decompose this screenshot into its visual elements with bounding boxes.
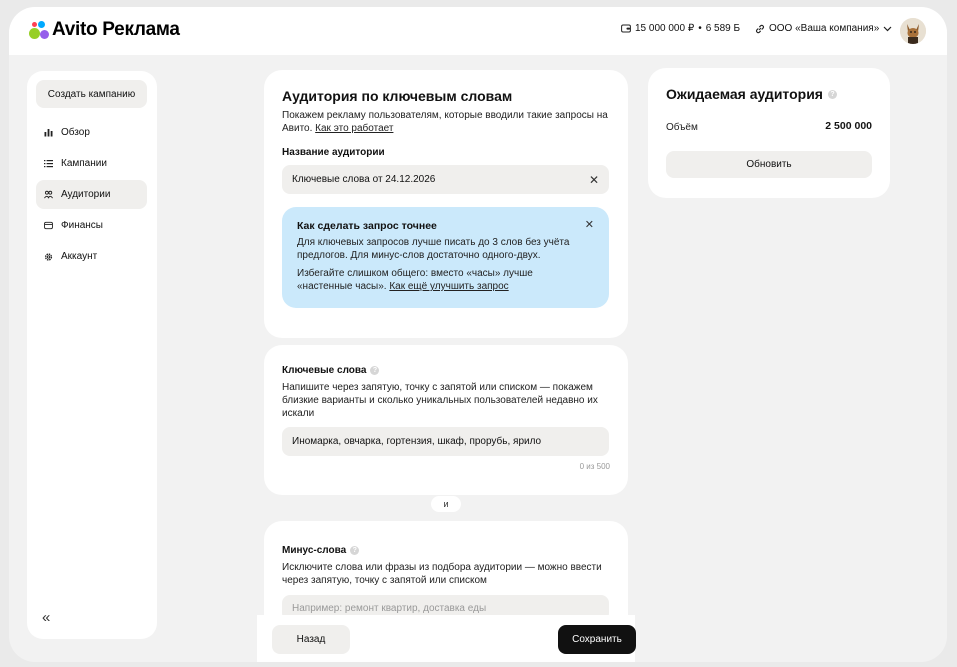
keywords-description: Напишите через запятую, точку с запятой … — [282, 382, 598, 419]
bonus-amount: 6 589 Б — [705, 23, 741, 34]
balance-info[interactable]: 15 000 000 ₽ • 6 589 Б — [621, 23, 740, 34]
bottom-action-bar: Назад Сохранить — [257, 615, 636, 662]
audience-description: Покажем рекламу пользователям, которые в… — [282, 109, 612, 135]
keywords-title: Ключевые слова — [282, 365, 367, 376]
keywords-counter: 0 из 500 — [579, 462, 610, 471]
gear-icon — [44, 252, 53, 261]
bar-chart-icon — [44, 128, 53, 137]
keywords-card: Ключевые слова ? Напишите через запятую,… — [264, 345, 628, 495]
audience-card: Аудитория по ключевым словам Покажем рек… — [264, 70, 628, 338]
brand-name: Avito Реклама — [52, 19, 180, 40]
help-icon[interactable]: ? — [370, 366, 380, 375]
sidebar-item-label: Обзор — [61, 127, 90, 138]
app-frame: Avito Реклама 15 000 000 ₽ • 6 589 Б ООО… — [9, 7, 947, 662]
sidebar-item-label: Аудитории — [61, 189, 111, 200]
audience-name-field[interactable]: ✕ — [282, 165, 609, 194]
chevron-down-icon — [883, 26, 892, 32]
sidebar-item-label: Кампании — [61, 158, 107, 169]
help-icon[interactable]: ? — [350, 546, 360, 555]
save-button[interactable]: Сохранить — [558, 625, 636, 654]
tip-text-2-wrap: Избегайте слишком общего: вместо «часы» … — [297, 267, 587, 293]
people-icon — [44, 190, 53, 199]
audience-name-input[interactable] — [292, 174, 609, 185]
minus-words-input[interactable] — [292, 602, 609, 614]
minus-description: Исключите слова или фразы из подбора ауд… — [282, 562, 602, 586]
link-icon — [755, 24, 765, 34]
expected-audience-card: Ожидаемая аудитория ? Объём 2 500 000 Об… — [648, 68, 890, 198]
page-title: Аудитория по ключевым словам — [282, 88, 513, 104]
improve-query-link[interactable]: Как ещё улучшить запрос — [389, 281, 508, 292]
sidebar-item-overview[interactable]: Обзор — [36, 118, 147, 147]
expected-title: Ожидаемая аудитория — [666, 86, 823, 102]
minus-title: Минус-слова — [282, 545, 347, 556]
volume-value: 2 500 000 — [825, 120, 872, 132]
company-switcher[interactable]: ООО «Ваша компания» — [755, 23, 892, 34]
balance-separator: • — [698, 23, 702, 34]
sidebar-item-account[interactable]: Аккаунт — [36, 242, 147, 271]
list-icon — [44, 159, 53, 168]
minus-title-row: Минус-слова ? — [282, 545, 360, 556]
keywords-title-row: Ключевые слова ? — [282, 365, 380, 376]
tip-title: Как сделать запрос точнее — [297, 220, 437, 232]
create-campaign-button[interactable]: Создать кампанию — [36, 80, 147, 108]
help-icon[interactable]: ? — [827, 89, 837, 99]
tip-text-1: Для ключевых запросов лучше писать до 3 … — [297, 237, 570, 261]
company-name: ООО «Ваша компания» — [769, 23, 880, 34]
sidebar-item-finance[interactable]: Финансы — [36, 211, 147, 240]
sidebar-item-campaigns[interactable]: Кампании — [36, 149, 147, 178]
sidebar-item-audiences[interactable]: Аудитории — [36, 180, 147, 209]
sidebar: Создать кампанию Обзор Кампании Аудитори… — [27, 71, 157, 639]
collapse-sidebar-button[interactable]: « — [42, 609, 50, 626]
and-separator: и — [431, 496, 461, 512]
back-button[interactable]: Назад — [272, 625, 350, 654]
logo-mark — [29, 20, 49, 40]
wallet-icon — [44, 221, 53, 230]
clear-icon[interactable]: ✕ — [589, 173, 599, 187]
balance-amount: 15 000 000 ₽ — [635, 23, 695, 34]
volume-label: Объём — [666, 122, 698, 133]
keywords-input[interactable] — [292, 436, 609, 447]
top-header: Avito Реклама 15 000 000 ₽ • 6 589 Б ООО… — [9, 7, 947, 55]
audience-name-label: Название аудитории — [282, 147, 385, 158]
tip-banner: Как сделать запрос точнее ✕ Для ключевых… — [282, 207, 609, 308]
keywords-field[interactable] — [282, 427, 609, 456]
user-avatar[interactable] — [900, 18, 926, 44]
sidebar-item-label: Финансы — [61, 220, 103, 231]
close-icon[interactable]: ✕ — [585, 218, 594, 231]
sidebar-item-label: Аккаунт — [61, 251, 98, 262]
wallet-icon — [621, 24, 631, 33]
avito-logo[interactable]: Avito Реклама — [29, 19, 180, 41]
how-it-works-link[interactable]: Как это работает — [315, 123, 393, 134]
expected-title-row: Ожидаемая аудитория ? — [666, 86, 837, 102]
refresh-button[interactable]: Обновить — [666, 151, 872, 178]
